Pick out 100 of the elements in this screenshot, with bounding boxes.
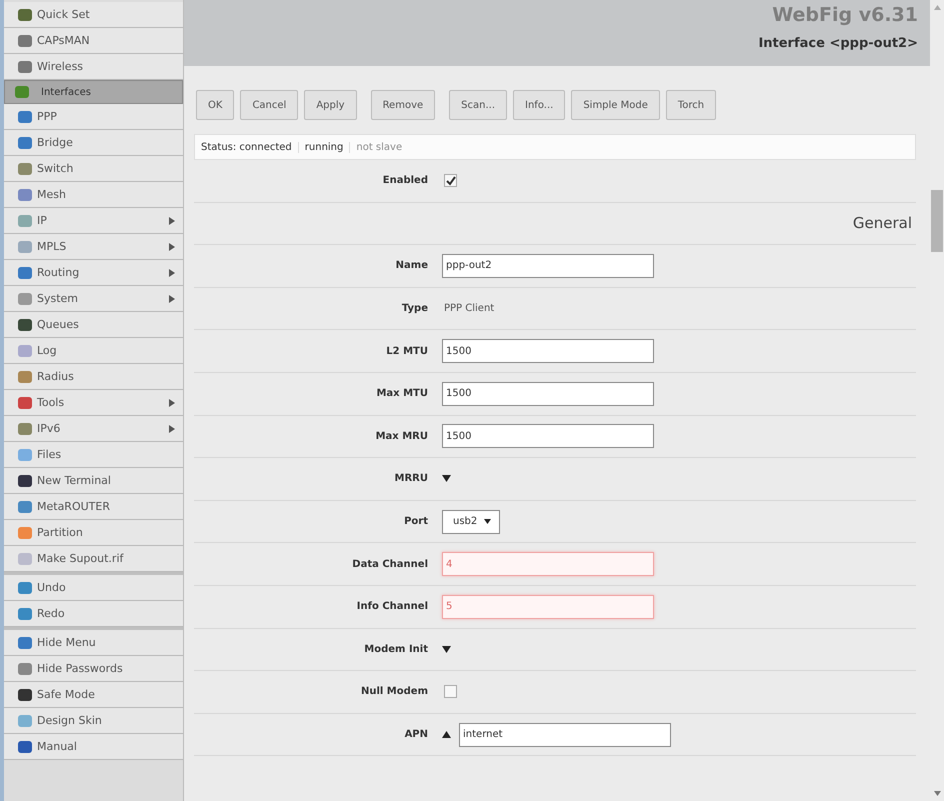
menu-icon (18, 422, 32, 434)
toolbar-button[interactable]: Scan... (449, 90, 508, 120)
expand-arrow-icon[interactable] (442, 475, 451, 482)
menu-item[interactable]: Mesh (4, 182, 183, 208)
menu-item[interactable]: PPP (4, 104, 183, 130)
page-title: Interface <ppp-out2> (758, 36, 918, 51)
field-label: Null Modem (360, 686, 429, 698)
scroll-down-icon[interactable] (934, 791, 940, 796)
menu-icon (18, 214, 32, 226)
menu-icon (18, 500, 32, 512)
menu-icon (18, 552, 32, 564)
checkbox[interactable] (444, 174, 457, 188)
menu-item[interactable]: CAPsMAN (4, 28, 183, 54)
section-heading: General (852, 214, 913, 232)
menu-item[interactable]: Bridge (4, 130, 183, 156)
menu-icon (18, 266, 32, 278)
menu-icon (18, 582, 32, 594)
field-label: Name (394, 260, 429, 272)
input-field[interactable]: 5 (442, 594, 654, 619)
input-field[interactable]: 1500 (442, 339, 654, 364)
field-label: Modem Init (363, 644, 429, 655)
menu-icon (18, 34, 32, 46)
field-label: Type (400, 303, 429, 314)
expand-arrow-icon[interactable] (442, 731, 451, 738)
menu-item[interactable]: Undo (4, 575, 183, 601)
input-field[interactable]: 1500 (442, 424, 654, 448)
menu-item[interactable]: IPv6 (4, 416, 183, 442)
menu-item[interactable]: Wireless (4, 54, 183, 80)
menu-icon (18, 110, 32, 122)
menu-icon (18, 396, 32, 408)
field-label: APN (404, 729, 429, 740)
menu-icon (18, 136, 32, 148)
input-field[interactable]: ppp-out2 (442, 254, 654, 278)
menu-item[interactable]: MetaROUTER (4, 494, 183, 520)
toolbar-button[interactable]: OK (196, 90, 234, 120)
menu-icon (18, 318, 32, 330)
menu-icon (18, 714, 32, 726)
menu-item[interactable]: Switch (4, 156, 183, 182)
menu-item[interactable]: Hide Passwords (4, 656, 183, 682)
menu-icon (18, 162, 32, 174)
toolbar-button[interactable]: Cancel (240, 90, 298, 120)
scroll-thumb[interactable] (931, 190, 943, 252)
menu-item[interactable]: System (4, 286, 183, 312)
expand-arrow-icon[interactable] (442, 646, 451, 653)
menu-item[interactable]: Partition (4, 520, 183, 546)
menu-item[interactable]: Files (4, 442, 183, 468)
port-dropdown[interactable]: usb2 (442, 510, 500, 534)
field-label: Max MTU (375, 388, 429, 400)
input-field[interactable]: 4 (442, 552, 654, 576)
field-label: Data Channel (351, 558, 429, 570)
scroll-up-icon[interactable] (934, 5, 940, 10)
toolbar-button[interactable]: Torch (666, 90, 716, 120)
menu-item[interactable]: Safe Mode (4, 682, 183, 708)
field-label: MRRU (394, 473, 429, 484)
toolbar-button[interactable]: Apply (304, 90, 357, 120)
menu-item[interactable]: Routing (4, 260, 183, 286)
menu-icon (18, 474, 32, 486)
menu-item[interactable]: Design Skin (4, 708, 183, 734)
menu-item[interactable]: MPLS (4, 234, 183, 260)
menu-item[interactable]: Queues (4, 312, 183, 338)
field-label: Info Channel (356, 601, 429, 612)
field-value: PPP Client (444, 303, 494, 314)
menu-icon (18, 370, 32, 382)
brand-title: WebFig v6.31 (772, 4, 918, 26)
menu-icon (18, 344, 32, 356)
menu-icon (18, 60, 32, 72)
menu-icon (18, 292, 32, 304)
menu-item[interactable]: Quick Set (4, 2, 183, 28)
menu-item[interactable]: Log (4, 338, 183, 364)
status-text: not slave (355, 142, 404, 152)
toolbar-button[interactable]: Remove (370, 90, 436, 120)
menu-icon (18, 636, 32, 648)
menu-icon (18, 448, 32, 460)
toolbar-button[interactable]: Simple Mode (571, 90, 660, 120)
checkbox[interactable] (444, 685, 457, 698)
menu-icon (18, 608, 32, 620)
field-label: Port (403, 516, 429, 528)
menu-icon (15, 86, 29, 98)
status-text: Status: connected (195, 142, 299, 152)
menu-item[interactable]: Manual (4, 734, 183, 760)
menu-item[interactable]: Radius (4, 364, 183, 390)
menu-item[interactable]: Tools (4, 390, 183, 416)
menu-icon (18, 688, 32, 700)
field-label: Max MRU (374, 430, 429, 442)
menu-item[interactable]: Redo (4, 601, 183, 627)
menu-icon (18, 240, 32, 252)
menu-icon (18, 662, 32, 674)
input-field[interactable]: internet (459, 722, 671, 747)
menu-item[interactable]: Hide Menu (4, 630, 183, 656)
menu-icon (18, 740, 32, 752)
status-text: running (298, 142, 350, 152)
menu-icon (18, 8, 32, 20)
field-label: L2 MTU (385, 346, 429, 357)
menu-icon (18, 188, 32, 200)
input-field[interactable]: 1500 (442, 382, 654, 406)
menu-item[interactable]: New Terminal (4, 468, 183, 494)
menu-item[interactable]: IP (4, 208, 183, 234)
toolbar-button[interactable]: Info... (513, 90, 566, 120)
menu-item[interactable]: Interfaces (4, 80, 183, 104)
menu-item[interactable]: Make Supout.rif (4, 546, 183, 572)
